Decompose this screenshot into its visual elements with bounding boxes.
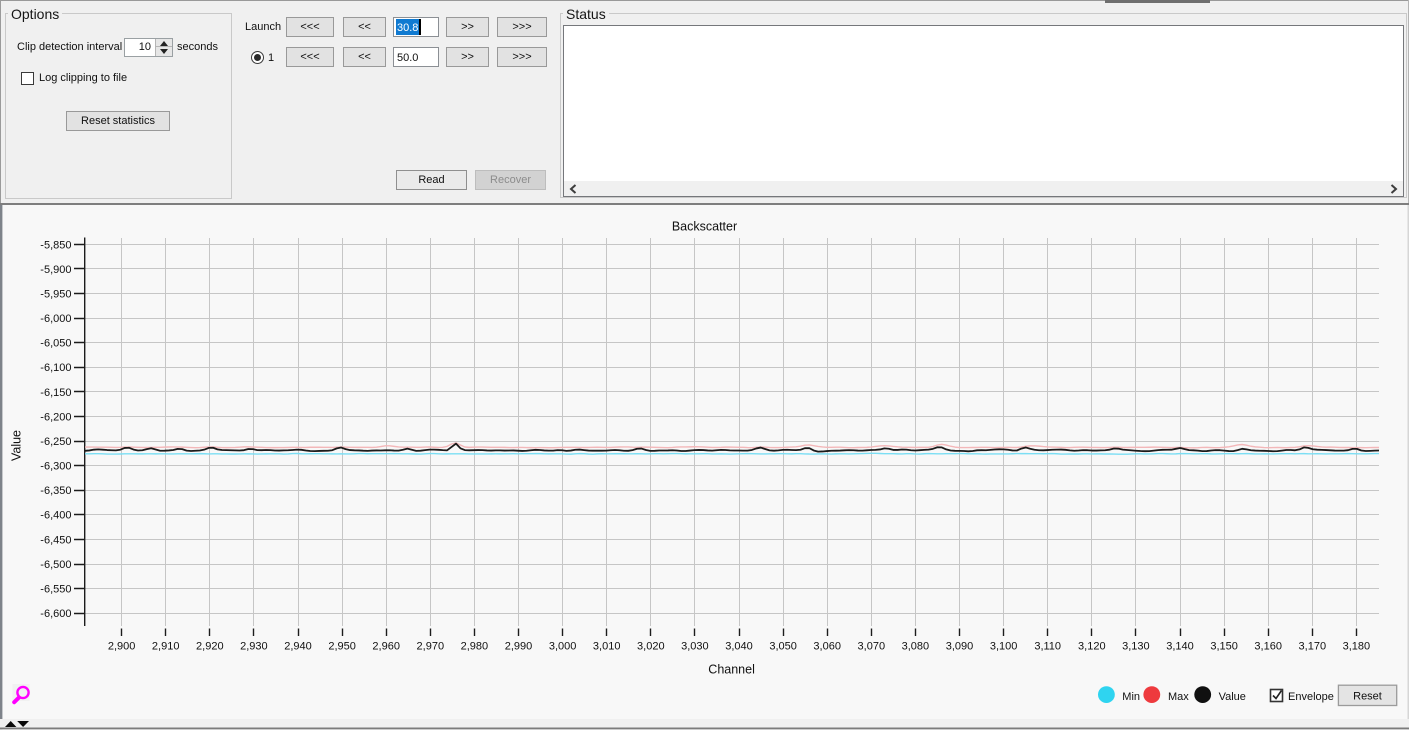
- svg-text:-6,200: -6,200: [40, 411, 71, 423]
- svg-text:3,180: 3,180: [1343, 641, 1371, 653]
- svg-text:3,100: 3,100: [990, 641, 1018, 653]
- svg-text:3,040: 3,040: [725, 641, 753, 653]
- svg-text:Value: Value: [1219, 691, 1246, 703]
- svg-text:3,170: 3,170: [1299, 641, 1327, 653]
- svg-text:2,960: 2,960: [372, 641, 400, 653]
- svg-text:-5,850: -5,850: [40, 239, 71, 251]
- svg-text:-6,250: -6,250: [40, 436, 71, 448]
- svg-text:3,060: 3,060: [813, 641, 841, 653]
- svg-text:2,950: 2,950: [328, 641, 356, 653]
- svg-text:Value: Value: [10, 430, 24, 461]
- svg-text:Backscatter: Backscatter: [672, 220, 737, 234]
- svg-text:3,150: 3,150: [1210, 641, 1238, 653]
- svg-text:-5,900: -5,900: [40, 264, 71, 276]
- svg-text:3,030: 3,030: [681, 641, 709, 653]
- svg-text:-6,600: -6,600: [40, 608, 71, 620]
- svg-text:2,980: 2,980: [461, 641, 489, 653]
- svg-text:3,010: 3,010: [593, 641, 621, 653]
- svg-text:Channel: Channel: [708, 663, 755, 677]
- svg-text:Envelope: Envelope: [1288, 691, 1334, 703]
- svg-text:3,120: 3,120: [1078, 641, 1106, 653]
- svg-text:3,140: 3,140: [1166, 641, 1194, 653]
- svg-text:3,130: 3,130: [1122, 641, 1150, 653]
- svg-text:3,110: 3,110: [1034, 641, 1061, 653]
- svg-text:3,070: 3,070: [858, 641, 886, 653]
- svg-text:2,920: 2,920: [196, 641, 224, 653]
- svg-text:3,160: 3,160: [1254, 641, 1282, 653]
- svg-text:3,020: 3,020: [637, 641, 665, 653]
- svg-text:3,080: 3,080: [902, 641, 930, 653]
- svg-text:-5,950: -5,950: [40, 288, 71, 300]
- svg-text:-6,400: -6,400: [40, 510, 71, 522]
- svg-text:Max: Max: [1168, 691, 1189, 703]
- svg-text:-6,150: -6,150: [40, 387, 71, 399]
- svg-text:3,000: 3,000: [549, 641, 577, 653]
- svg-text:-6,100: -6,100: [40, 362, 71, 374]
- svg-text:2,910: 2,910: [152, 641, 180, 653]
- svg-text:3,090: 3,090: [946, 641, 974, 653]
- svg-text:-6,000: -6,000: [40, 313, 71, 325]
- svg-text:Reset: Reset: [1353, 690, 1382, 702]
- svg-text:-6,450: -6,450: [40, 534, 71, 546]
- svg-text:2,900: 2,900: [108, 641, 136, 653]
- svg-text:-6,300: -6,300: [40, 461, 71, 473]
- svg-text:2,940: 2,940: [284, 641, 312, 653]
- svg-text:Min: Min: [1122, 691, 1140, 703]
- svg-text:2,930: 2,930: [240, 641, 268, 653]
- svg-text:-6,350: -6,350: [40, 485, 71, 497]
- svg-text:3,050: 3,050: [769, 641, 797, 653]
- svg-text:2,970: 2,970: [417, 641, 445, 653]
- svg-text:-6,500: -6,500: [40, 559, 71, 571]
- svg-text:2,990: 2,990: [505, 641, 533, 653]
- svg-text:-6,550: -6,550: [40, 584, 71, 596]
- svg-text:-6,050: -6,050: [40, 338, 71, 350]
